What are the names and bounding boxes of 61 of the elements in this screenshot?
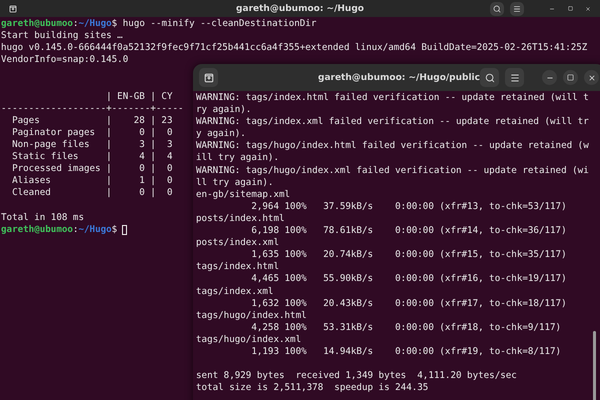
window-title: gareth@ubumoo: ~/Hugo (236, 4, 364, 14)
output-line: | EN-GB | CY (105, 90, 172, 103)
output-line: 1,632 100% 20.43kB/s 0:00:00 (xfr#17, to-chk=18/117) (250, 298, 567, 310)
output-line: -------------------+-------+----- (1, 102, 184, 115)
output-line: WARNING: tags/index.xml failed verification -- update retained (will tr (196, 116, 589, 128)
close-button[interactable] (584, 70, 599, 85)
maximize-icon (568, 6, 572, 11)
search-icon (493, 4, 501, 12)
new-tab-button[interactable] (199, 68, 218, 87)
output-line: WARNING: tags/index.html failed verification -- update retained (will t (196, 92, 589, 104)
output-line: tags/index.html (196, 261, 279, 274)
close-icon (588, 74, 596, 82)
minimize-icon (549, 6, 555, 12)
output-line: Non-page files | 3 | 3 (11, 138, 172, 152)
search-button[interactable] (480, 68, 499, 87)
output-line: posts/index.html (196, 212, 285, 226)
output-line: sent 8,929 bytes received 1,349 bytes 4,111.20 bytes/sec (196, 370, 517, 382)
output-line: posts/index.xml (196, 237, 279, 250)
search-button[interactable] (490, 2, 504, 16)
output-line: 4,258 100% 53.31kB/s 0:00:00 (xfr#18, to-chk=9/117) (250, 322, 562, 334)
output-line: ill try again). (196, 152, 279, 165)
output-line: total size is 2,511,378 speedup is 244.35 (196, 382, 428, 394)
shell-prompt: gareth@ubumoo:~/Hugo$ (1, 224, 118, 236)
output-line: Processed images | 0 | 0 (11, 163, 172, 176)
output-line: Paginator pages | 0 | 0 (11, 126, 172, 139)
output-line: ll try again). (196, 176, 274, 189)
menu-button[interactable] (505, 68, 524, 87)
output-line: WARNING: tags/hugo/index.xml failed verification -- update retained (wi (196, 164, 589, 177)
new-tab-icon[interactable] (204, 72, 214, 82)
output-line: Total in 108 ms (1, 212, 84, 224)
output-line: 1,193 100% 14.94kB/s 0:00:00 (xfr#19, to-chk=8/117) (250, 346, 562, 358)
output-line: tags/index.xml (196, 286, 274, 298)
output-line: hugo v0.145.0-666444f0a52132f9fec9f71cf25b441cc6a4f355+extended linux/amd64 BuildDate=2025-02-26T15:41:25Z (1, 42, 588, 54)
output-line: 6,198 100% 78.61kB/s 0:00:00 (xfr#14, to-chk=36/117) (250, 225, 567, 238)
output-line: VendorInfo=snap:0.145.0 (1, 54, 128, 66)
maximize-icon (567, 74, 574, 81)
output-line: Cleaned | 0 | 0 (11, 187, 172, 200)
output-line: Static files | 4 | 4 (11, 151, 172, 164)
output-line: ry again). (196, 104, 252, 116)
output-line: 2,964 100% 37.59kB/s 0:00:00 (xfr#13, to-chk=53/117) (250, 200, 567, 213)
close-icon (585, 6, 591, 12)
output-line: 4,465 100% 55.90kB/s 0:00:00 (xfr#16, to-chk=19/117) (250, 273, 567, 286)
menu-button[interactable] (510, 2, 524, 16)
output-line: Start building sites … (1, 30, 124, 42)
shell-prompt: gareth@ubumoo:~/Hugo$ (1, 18, 118, 30)
command-text: hugo --minify --cleanDestinationDir (122, 18, 316, 30)
search-icon (484, 72, 494, 82)
output-line: WARNING: tags/hugo/index.html failed verification -- update retained (w (196, 140, 589, 152)
output-line: tags/hugo/index.html (196, 310, 307, 322)
window-title: gareth@ubumoo: ~/Hugo/public (318, 72, 480, 82)
maximize-button[interactable] (563, 70, 578, 85)
output-line: tags/hugo/index.xml (196, 334, 302, 346)
output-line: 1,635 100% 20.74kB/s 0:00:00 (xfr#15, to-chk=35/117) (250, 249, 567, 262)
output-line: Pages | 28 | 23 (11, 114, 172, 127)
new-tab-icon[interactable] (9, 4, 17, 12)
output-line: en-gb/sitemap.xml (196, 188, 290, 201)
menu-icon (513, 4, 521, 12)
minimize-button[interactable] (542, 70, 557, 85)
menu-icon (510, 72, 520, 82)
output-line: Aliases | 1 | 0 (11, 175, 172, 188)
output-line: y again). (196, 128, 246, 140)
